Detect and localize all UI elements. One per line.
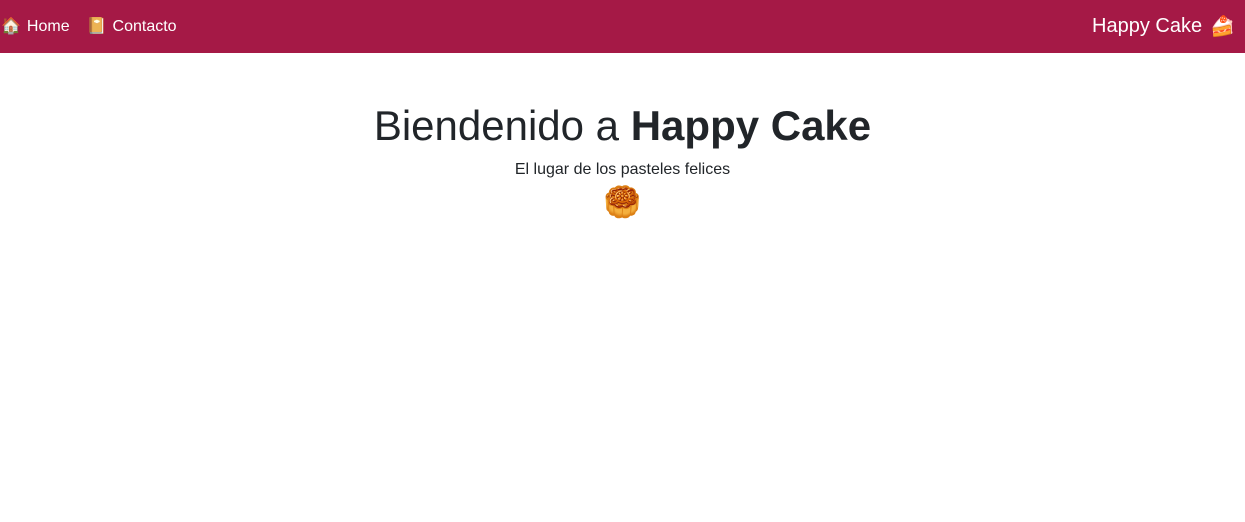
nav-link-contacto[interactable]: 📔 Contacto — [87, 0, 177, 53]
title-prefix: Biendenido a — [373, 102, 631, 149]
notebook-icon: 📔 — [86, 17, 107, 35]
brand-link[interactable]: Happy Cake 🍰 — [1092, 0, 1235, 53]
top-navbar: 🏠 Home 📔 Contacto Happy Cake 🍰 — [0, 0, 1245, 53]
page-subtitle: El lugar de los pasteles felices — [514, 161, 731, 178]
cake-slice-icon: 🍰 — [1210, 15, 1235, 38]
title-brand: Happy Cake — [630, 102, 872, 149]
brand-label: Happy Cake — [1092, 15, 1203, 37]
nav-link-home[interactable]: 🏠 Home — [1, 0, 70, 53]
hero-section: Biendenido a Happy Cake El lugar de los … — [0, 96, 1245, 220]
house-icon: 🏠 — [1, 17, 21, 35]
nav-link-contacto-label: Contacto — [112, 17, 177, 35]
nav-link-home-label: Home — [26, 17, 70, 35]
page-title: Biendenido a Happy Cake — [0, 96, 1245, 156]
mooncake-icon: 🥮 — [603, 186, 642, 219]
nav-links: 🏠 Home 📔 Contacto — [0, 0, 177, 53]
